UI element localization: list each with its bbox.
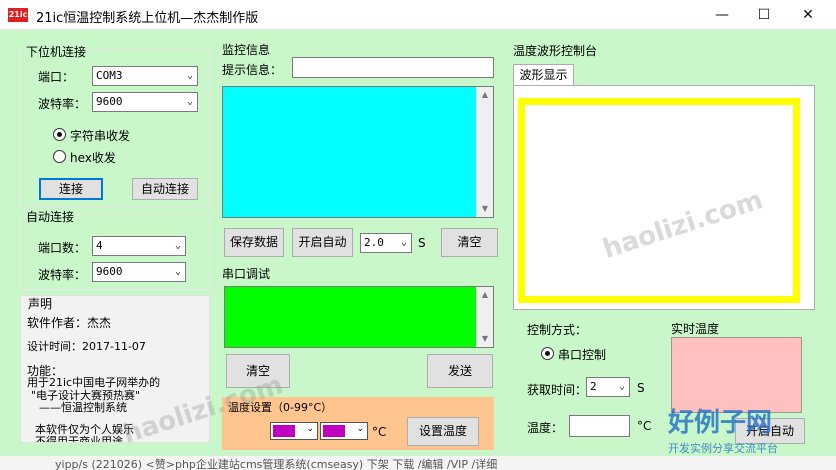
temperature-input[interactable] (569, 415, 630, 437)
function-line: ——恒温控制系统 (39, 401, 127, 414)
control-mode-label: 控制方式： (527, 323, 588, 337)
port-select[interactable]: COM3 ⌄ (92, 66, 198, 86)
serial-control-radio[interactable] (541, 347, 554, 360)
temperature-label: 温度： (527, 421, 564, 435)
scroll-down-icon[interactable]: ▼ (477, 331, 493, 347)
connect-button[interactable]: 连接 (39, 178, 103, 200)
scroll-up-icon[interactable]: ▲ (477, 87, 493, 103)
note-line: 不得用于商业用途 (35, 435, 123, 443)
color-swatch (323, 425, 345, 437)
close-button[interactable]: ✕ (786, 0, 830, 30)
brand-subtitle: 开发实例分享交流平台 (668, 442, 778, 455)
color-swatch (273, 425, 295, 437)
interval-select[interactable]: 2 ⌄ (586, 377, 630, 397)
send-button[interactable]: 发送 (427, 354, 493, 388)
author-text: 软件作者：杰杰 (27, 316, 112, 330)
realtime-temp-label: 实时温度 (671, 322, 720, 336)
serial-control-label: 串口控制 (558, 348, 607, 362)
waveform-title: 温度波形控制台 (513, 44, 598, 58)
port-count-label: 端口数： (38, 241, 87, 255)
monitor-auto-button[interactable]: 开启自动 (292, 228, 353, 257)
title-bar: 21ic 21ic恒温控制系统上位机—杰杰制作版 — ☐ ✕ (0, 0, 836, 30)
monitor-clear-button[interactable]: 清空 (441, 228, 498, 257)
monitor-title: 监控信息 (222, 43, 271, 57)
chevron-down-icon: ⌄ (356, 424, 364, 434)
chevron-down-icon: ⌄ (174, 266, 181, 277)
minimize-button[interactable]: — (700, 0, 744, 30)
chevron-down-icon: ⌄ (174, 240, 181, 251)
design-date-text: 设计时间：2017-11-07 (27, 340, 146, 353)
serial-display[interactable]: ▲ ▼ (224, 286, 494, 348)
app-logo-icon: 21ic (8, 8, 28, 22)
port-count-select[interactable]: 4 ⌄ (92, 236, 186, 256)
tab-waveform[interactable]: 波形显示 (513, 64, 574, 86)
temperature-unit: °C (372, 425, 387, 439)
scroll-up-icon[interactable]: ▲ (477, 287, 493, 303)
serial-scrollbar[interactable]: ▲ ▼ (476, 287, 493, 347)
group-title: 下位机连接 (25, 43, 88, 60)
monitor-display[interactable]: ▲ ▼ (222, 86, 494, 218)
background-window-text: yipp/s (221026) <赞>php企业建站cms管理系统(cmseas… (0, 456, 836, 470)
tens-digit-select[interactable]: ⌄ (270, 422, 318, 440)
brand-name: 好例子网 (668, 408, 773, 438)
window-title: 21ic恒温控制系统上位机—杰杰制作版 (36, 11, 259, 26)
string-mode-label: 字符串收发 (70, 129, 131, 143)
serial-title: 串口调试 (222, 267, 271, 281)
port-label: 端口： (38, 70, 75, 84)
chevron-down-icon: ⌄ (618, 381, 625, 392)
monitor-interval-unit: S (418, 236, 426, 250)
hex-mode-label: hex收发 (70, 151, 116, 165)
save-data-button[interactable]: 保存数据 (224, 228, 284, 257)
group-title: 自动连接 (25, 208, 76, 225)
scroll-down-icon[interactable]: ▼ (477, 201, 493, 217)
string-mode-radio[interactable] (53, 128, 66, 141)
units-digit-select[interactable]: ⌄ (320, 422, 368, 440)
interval-unit: S (637, 381, 645, 395)
auto-baud-label: 波特率： (38, 268, 87, 282)
monitor-scrollbar[interactable]: ▲ ▼ (476, 87, 493, 217)
waveform-tab-panel (513, 85, 815, 310)
brand-watermark: 好例子网 开发实例分享交流平台 (668, 402, 818, 462)
monitor-interval-select[interactable]: 2.0 ⌄ (360, 233, 412, 253)
auto-connect-button[interactable]: 自动连接 (132, 178, 198, 200)
declaration-title: 声明 (28, 297, 53, 311)
auto-baud-select[interactable]: 9600 ⌄ (92, 262, 186, 282)
hint-label: 提示信息： (222, 63, 283, 77)
chevron-down-icon: ⌄ (186, 70, 193, 81)
chevron-down-icon: ⌄ (186, 96, 193, 107)
control-temp-unit: °C (637, 419, 652, 433)
hint-input[interactable] (292, 57, 494, 78)
interval-label: 获取时间： (527, 383, 588, 397)
chevron-down-icon: ⌄ (306, 424, 314, 434)
baud-select[interactable]: 9600 ⌄ (92, 92, 198, 112)
chevron-down-icon: ⌄ (400, 237, 407, 248)
baud-label: 波特率： (38, 97, 87, 111)
set-temperature-button[interactable]: 设置温度 (407, 417, 479, 446)
maximize-button[interactable]: ☐ (742, 0, 786, 30)
hex-mode-radio[interactable] (53, 150, 66, 163)
